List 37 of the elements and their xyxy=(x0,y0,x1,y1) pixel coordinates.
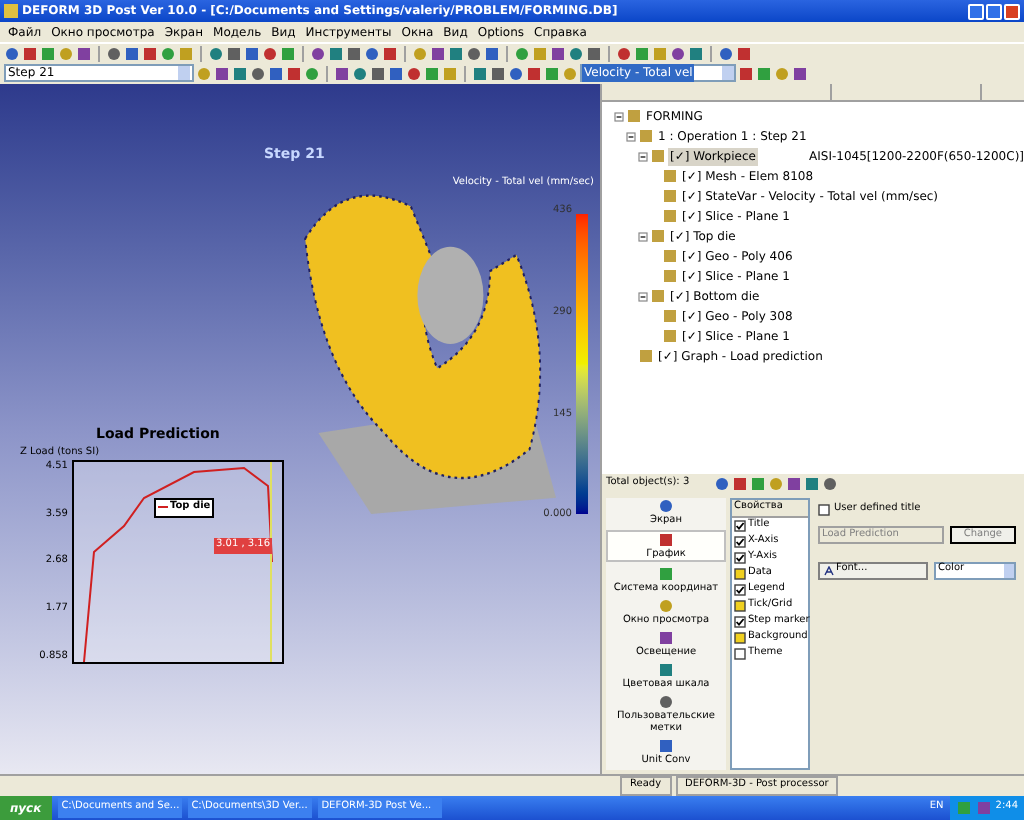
node-icon xyxy=(628,110,640,122)
node-icon xyxy=(664,250,676,262)
checkbox[interactable] xyxy=(734,599,746,611)
close-button[interactable] xyxy=(1004,3,1020,19)
legend-line-icon xyxy=(158,504,168,511)
node-icon xyxy=(664,210,676,222)
toolbar-icon[interactable] xyxy=(658,738,674,754)
app-icon xyxy=(4,4,18,18)
node-icon xyxy=(664,330,676,342)
node-icon xyxy=(664,270,676,282)
collapse-icon[interactable] xyxy=(614,111,624,121)
checkbox[interactable] xyxy=(734,583,746,595)
checkbox[interactable] xyxy=(734,647,746,659)
checkbox[interactable] xyxy=(734,535,746,547)
collapse-icon[interactable] xyxy=(638,151,648,161)
node-icon xyxy=(640,350,652,362)
minimize-button[interactable] xyxy=(968,3,984,19)
collapse-icon[interactable] xyxy=(638,231,648,241)
node-icon xyxy=(664,190,676,202)
checkbox[interactable] xyxy=(734,551,746,563)
checkbox[interactable] xyxy=(818,503,830,516)
node-icon xyxy=(652,230,664,242)
collapse-icon[interactable] xyxy=(638,291,648,301)
node-icon xyxy=(640,130,652,142)
node-icon xyxy=(664,170,676,182)
maximize-button[interactable] xyxy=(986,3,1002,19)
font-icon xyxy=(824,565,834,575)
checkbox[interactable] xyxy=(734,567,746,579)
node-icon xyxy=(652,150,664,162)
toolbar-icon[interactable] xyxy=(658,532,674,548)
checkbox[interactable] xyxy=(734,519,746,531)
checkbox[interactable] xyxy=(734,615,746,627)
node-icon xyxy=(664,310,676,322)
node-icon xyxy=(652,290,664,302)
checkbox[interactable] xyxy=(734,631,746,643)
collapse-icon[interactable] xyxy=(626,131,636,141)
toolbar-icon[interactable] xyxy=(658,498,674,514)
